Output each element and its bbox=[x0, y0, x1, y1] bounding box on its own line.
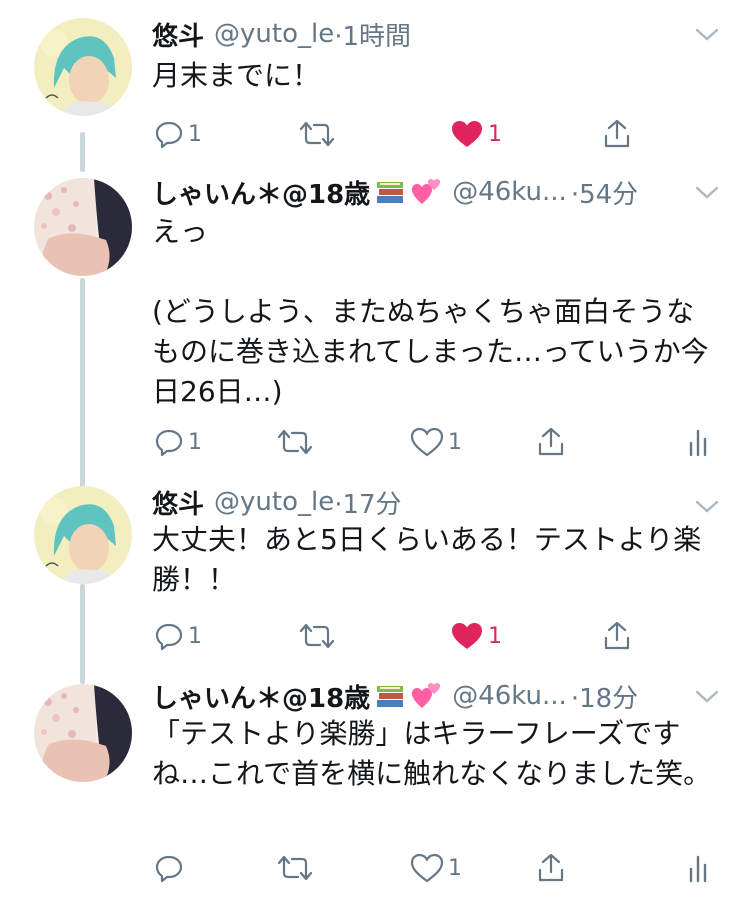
avatar[interactable] bbox=[34, 684, 132, 782]
user-handle[interactable]: @46ku... bbox=[452, 177, 567, 207]
timestamp[interactable]: ·17分 bbox=[334, 484, 401, 521]
reply-icon bbox=[155, 855, 183, 883]
timestamp[interactable]: ·54分 bbox=[571, 174, 638, 211]
tweet-header: しゃいん＊@18歳 @46ku... ·54分 bbox=[152, 172, 638, 212]
share-icon bbox=[538, 427, 564, 456]
avatar[interactable] bbox=[34, 486, 132, 584]
share-icon bbox=[538, 853, 564, 882]
like-button[interactable]: 1 bbox=[410, 848, 462, 888]
timestamp[interactable]: ·18分 bbox=[571, 678, 638, 715]
user-handle[interactable]: @46ku... bbox=[452, 681, 567, 711]
like-icon bbox=[410, 853, 444, 883]
reply-button[interactable]: 1 bbox=[154, 616, 202, 656]
tweet[interactable]: しゃいん＊@18歳 @46ku... ·18分 「テストより楽勝」はキラーフレー… bbox=[0, 676, 750, 897]
retweet-icon bbox=[299, 623, 335, 649]
reply-icon bbox=[155, 623, 183, 651]
tweet-header: 悠斗 @yuto_le ·17分 bbox=[152, 482, 402, 522]
tweet-text: 大丈夫！あと5日くらいある！テストより楽勝！！ bbox=[152, 523, 702, 596]
tweet-actions: 1 1 bbox=[152, 616, 712, 656]
reply-count: 1 bbox=[188, 429, 202, 455]
display-name[interactable]: しゃいん＊@18歳 bbox=[152, 174, 370, 211]
reply-count: 1 bbox=[188, 121, 202, 147]
tweet-actions: 1 1 bbox=[152, 114, 712, 154]
hearts-emoji-icon bbox=[412, 683, 441, 708]
like-count: 1 bbox=[448, 855, 462, 881]
chevron-down-icon[interactable] bbox=[694, 496, 720, 516]
avatar[interactable] bbox=[34, 18, 132, 116]
like-button[interactable]: 1 bbox=[450, 114, 502, 154]
share-button[interactable] bbox=[602, 616, 632, 656]
retweet-button[interactable] bbox=[298, 616, 336, 656]
display-name[interactable]: しゃいん＊@18歳 bbox=[152, 678, 370, 715]
analytics-icon bbox=[689, 855, 707, 883]
tweet-header: しゃいん＊@18歳 @46ku... ·18分 bbox=[152, 676, 638, 716]
tweet-actions: 1 bbox=[152, 848, 712, 888]
retweet-icon bbox=[277, 429, 313, 455]
like-icon bbox=[452, 121, 482, 147]
reply-icon bbox=[155, 429, 183, 457]
books-emoji-icon bbox=[377, 182, 404, 203]
reply-icon bbox=[155, 121, 183, 149]
like-icon bbox=[452, 623, 482, 649]
reply-button[interactable] bbox=[154, 848, 188, 888]
chevron-down-icon[interactable] bbox=[694, 182, 720, 202]
tweet-header: 悠斗 @yuto_le ·1時間 bbox=[152, 14, 411, 54]
chevron-down-icon[interactable] bbox=[694, 24, 720, 44]
like-button[interactable]: 1 bbox=[410, 422, 462, 462]
like-button[interactable]: 1 bbox=[450, 616, 502, 656]
retweet-icon bbox=[277, 855, 313, 881]
like-count: 1 bbox=[488, 121, 502, 147]
display-name[interactable]: 悠斗 bbox=[152, 16, 204, 53]
share-button[interactable] bbox=[536, 422, 566, 462]
tweet-actions: 1 1 bbox=[152, 422, 712, 462]
retweet-button[interactable] bbox=[276, 848, 314, 888]
user-handle[interactable]: @yuto_le bbox=[214, 487, 334, 517]
avatar[interactable] bbox=[34, 178, 132, 276]
tweet[interactable]: 悠斗 @yuto_le ·1時間 月末までに！ 1 1 bbox=[0, 14, 750, 164]
share-button[interactable] bbox=[536, 848, 566, 888]
reply-button[interactable]: 1 bbox=[154, 114, 202, 154]
chevron-down-icon[interactable] bbox=[694, 686, 720, 706]
reply-count: 1 bbox=[188, 623, 202, 649]
retweet-button[interactable] bbox=[276, 422, 314, 462]
reply-button[interactable]: 1 bbox=[154, 422, 202, 462]
tweet[interactable]: しゃいん＊@18歳 @46ku... ·54分 えっ (どうしよう、またぬちゃく… bbox=[0, 172, 750, 472]
like-icon bbox=[410, 427, 444, 457]
analytics-button[interactable] bbox=[688, 422, 708, 462]
tweet-text: 月末までに！ bbox=[152, 59, 321, 92]
retweet-icon bbox=[299, 121, 335, 147]
share-button[interactable] bbox=[602, 114, 632, 154]
like-count: 1 bbox=[488, 623, 502, 649]
user-handle[interactable]: @yuto_le bbox=[214, 19, 334, 49]
tweet-text: 「テストより楽勝」はキラーフレーズですね…これで首を横に触れなくなりました笑。 bbox=[152, 717, 712, 790]
timestamp[interactable]: ·1時間 bbox=[334, 16, 411, 53]
share-icon bbox=[604, 119, 630, 148]
share-icon bbox=[604, 621, 630, 650]
retweet-button[interactable] bbox=[298, 114, 336, 154]
like-count: 1 bbox=[448, 429, 462, 455]
tweet[interactable]: 悠斗 @yuto_le ·17分 大丈夫！あと5日くらいある！テストより楽勝！！… bbox=[0, 482, 750, 682]
analytics-button[interactable] bbox=[688, 848, 708, 888]
hearts-emoji-icon bbox=[412, 179, 441, 204]
books-emoji-icon bbox=[377, 686, 404, 707]
analytics-icon bbox=[689, 429, 707, 457]
tweet-text: えっ (どうしよう、またぬちゃくちゃ面白そうなものに巻き込まれてしまった…ってい… bbox=[152, 215, 709, 408]
display-name[interactable]: 悠斗 bbox=[152, 484, 204, 521]
